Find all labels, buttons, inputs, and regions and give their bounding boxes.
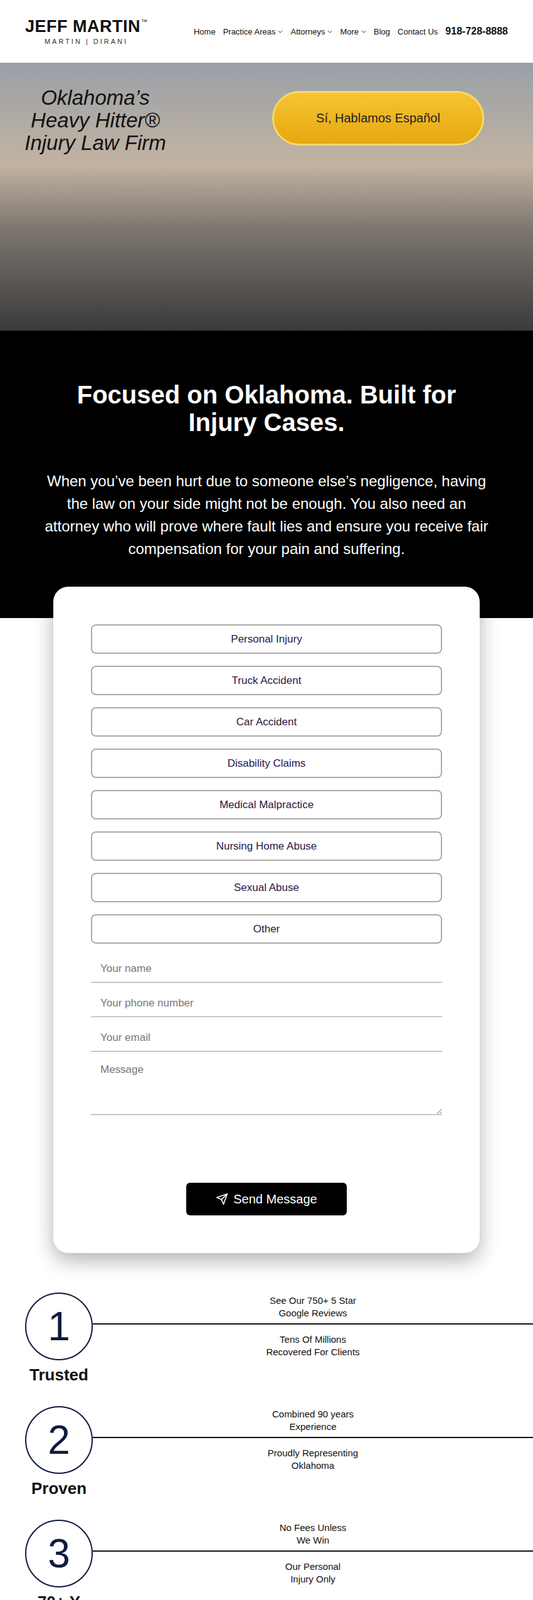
main-nav: Home Practice Areas Attorneys More Blog … [193, 25, 508, 37]
logo[interactable]: JEFF MARTIN™ MARTIN | DIRANI [25, 18, 148, 46]
intro-section: Focused on Oklahoma. Built for Injury Ca… [0, 330, 533, 618]
nav-item[interactable]: Contact Us [397, 26, 438, 37]
hero-tagline: Oklahoma’sHeavy Hitter®Injury Law Firm [10, 86, 181, 155]
text-field[interactable] [90, 954, 443, 982]
nav-item[interactable]: More [339, 26, 367, 37]
feature-top-text: No Fees UnlessWe Win [92, 1518, 533, 1550]
feature-number: 2 [25, 1405, 93, 1473]
feature-divider [92, 1549, 533, 1552]
text-field[interactable] [90, 1023, 443, 1051]
feature-divider [92, 1322, 533, 1325]
intro-title: Focused on Oklahoma. Built for Injury Ca… [59, 380, 474, 436]
phone-link[interactable]: 918-728-8888 [445, 25, 508, 37]
feature-row: 2 Combined 90 yearsExperience Proudly Re… [0, 1405, 533, 1498]
logo-name: JEFF MARTIN [25, 18, 141, 36]
text-field[interactable] [90, 988, 443, 1017]
case-type-button[interactable]: Disability Claims [90, 748, 443, 778]
tagline-line: Injury Law Firm [10, 131, 181, 155]
case-type-button[interactable]: Car Accident [90, 706, 443, 737]
logo-mark: ™ [141, 18, 148, 26]
message-field[interactable] [90, 1057, 443, 1115]
feature-top-text: Combined 90 yearsExperience [92, 1405, 533, 1436]
feature-bottom-text: Our PersonalInjury Only [92, 1550, 533, 1587]
feature-bottom-text: Tens Of MillionsRecovered For Clients [92, 1323, 533, 1360]
logo-subtitle: MARTIN | DIRANI [44, 37, 128, 46]
case-type-button[interactable]: Sexual Abuse [90, 872, 443, 902]
site-header: JEFF MARTIN™ MARTIN | DIRANI Home Practi… [0, 0, 533, 63]
nav-item[interactable]: Attorneys [290, 26, 333, 37]
spanish-button[interactable]: Sí, Hablamos Español [272, 90, 485, 146]
intro-body: When you’ve been hurt due to someone els… [40, 469, 493, 560]
chevron-down-icon [327, 30, 333, 34]
nav-item[interactable]: Practice Areas [223, 26, 284, 37]
features-section: 1 See Our 750+ 5 StarGoogle Reviews Tens… [0, 1252, 533, 1599]
case-type-button[interactable]: Other [90, 913, 443, 944]
feature-row: 1 See Our 750+ 5 StarGoogle Reviews Tens… [0, 1291, 533, 1384]
feature-bottom-text: Proudly RepresentingOklahoma [92, 1437, 533, 1473]
case-type-button[interactable]: Nursing Home Abuse [90, 830, 443, 861]
chevron-down-icon [277, 30, 283, 34]
feature-label: Proven [25, 1477, 93, 1498]
feature-number: 1 [25, 1291, 93, 1360]
feature-label: Trusted [25, 1364, 93, 1384]
form-fields [90, 954, 443, 1115]
contact-form-card: Personal Injury Truck Accident Car Acciden… [53, 586, 480, 1253]
chevron-down-icon [361, 30, 367, 34]
tagline-line: Oklahoma’s [10, 86, 181, 110]
feature-row: 3 No Fees UnlessWe Win Our PersonalInjur… [0, 1518, 533, 1599]
hero-banner: Oklahoma’sHeavy Hitter®Injury Law Firm S… [0, 62, 533, 331]
feature-top-text: See Our 750+ 5 StarGoogle Reviews [92, 1291, 533, 1323]
nav-item[interactable]: Blog [373, 26, 391, 37]
case-type-button[interactable]: Truck Accident [90, 665, 443, 695]
case-type-list: Personal Injury Truck Accident Car Acciden… [90, 623, 443, 944]
page: JEFF MARTIN™ MARTIN | DIRANI Home Practi… [0, 0, 533, 1599]
feature-label: 70+ Y [25, 1591, 93, 1599]
feature-number: 3 [25, 1518, 93, 1587]
paper-plane-icon [215, 1192, 229, 1205]
tagline-line: Heavy Hitter® [10, 109, 181, 132]
case-type-button[interactable]: Medical Malpractice [90, 789, 443, 819]
send-message-button[interactable]: Send Message [186, 1182, 347, 1215]
nav-item[interactable]: Home [193, 26, 216, 37]
case-type-button[interactable]: Personal Injury [90, 623, 443, 654]
feature-divider [92, 1435, 533, 1438]
